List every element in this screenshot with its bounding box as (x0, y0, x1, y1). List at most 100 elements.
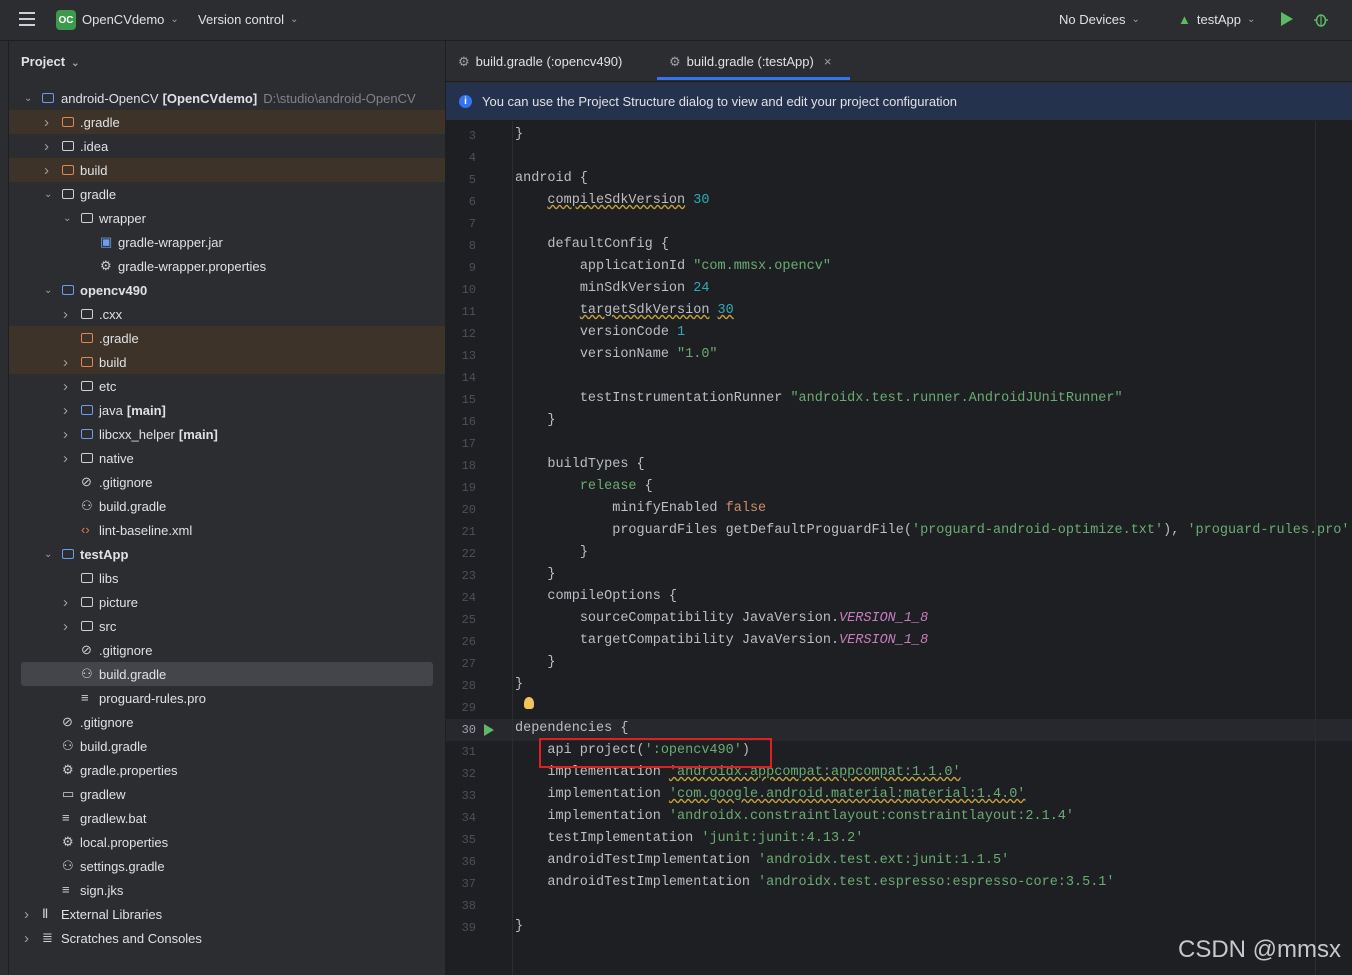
tree-item[interactable]: › Ⅱ External Libraries (9, 902, 445, 926)
text-file-icon: ≡ (62, 882, 70, 897)
tree-item-label: proguard-rules.pro (99, 691, 206, 706)
gutter-run-icon[interactable] (484, 724, 494, 736)
project-panel-title[interactable]: Project ⌄ (21, 54, 79, 69)
tree-item[interactable]: › picture (9, 590, 445, 614)
tree-item[interactable]: ≡ sign.jks (9, 878, 445, 902)
line-number: 11 (461, 305, 476, 319)
tree-item[interactable]: ⚙ gradle-wrapper.properties (9, 254, 445, 278)
folder-icon (81, 619, 95, 633)
tree-item[interactable]: ⚇ settings.gradle (9, 854, 445, 878)
tree-item[interactable]: ⊘ .gitignore (9, 710, 445, 734)
close-icon[interactable]: × (824, 54, 832, 69)
tree-item[interactable]: › .idea (9, 134, 445, 158)
tree-item[interactable]: ▣ gradle-wrapper.jar (9, 230, 445, 254)
tree-item-name: java (99, 402, 123, 418)
chevron-right-icon[interactable]: › (44, 114, 49, 131)
chevron-right-icon[interactable]: › (44, 138, 49, 155)
gradle-icon: ⚇ (62, 738, 74, 753)
chevron-right-icon[interactable]: › (63, 426, 68, 443)
tree-item-name: etc (99, 378, 117, 394)
tree-item-name: build.gradle (99, 666, 167, 682)
tree-item[interactable]: › ≣ Scratches and Consoles (9, 926, 445, 950)
chevron-right-icon[interactable]: › (63, 594, 68, 611)
tree-item[interactable]: ⚙ local.properties (9, 830, 445, 854)
tree-item[interactable]: › native (9, 446, 445, 470)
tree-item[interactable]: .gradle (9, 326, 445, 350)
tree-item[interactable]: ⌄ testApp (9, 542, 445, 566)
tree-item[interactable]: ⚇ build.gradle (9, 494, 445, 518)
tree-item[interactable]: ⚇ build.gradle (9, 734, 445, 758)
tab-build-gradle-testapp[interactable]: ⚙ build.gradle (:testApp) × (669, 54, 831, 70)
tree-item[interactable]: ≡ gradlew.bat (9, 806, 445, 830)
tree-item-name: .idea (80, 138, 109, 154)
tree-item-name: .cxx (99, 306, 123, 322)
chevron-right-icon[interactable]: › (63, 402, 68, 419)
chevron-down-icon[interactable]: ⌄ (44, 285, 52, 296)
tree-item[interactable]: ⌄ android-OpenCV [OpenCVdemo] D:\studio\and… (9, 86, 445, 110)
chevron-right-icon[interactable]: › (63, 378, 68, 395)
tree-item[interactable]: ⌄ opencv490 (9, 278, 445, 302)
tree-item[interactable]: ⚙ gradle.properties (9, 758, 445, 782)
line-number: 14 (461, 371, 476, 385)
tree-item[interactable]: › src (9, 614, 445, 638)
tree-item[interactable]: libs (9, 566, 445, 590)
line-number: 27 (461, 657, 476, 671)
chevron-down-icon[interactable]: ⌄ (24, 93, 32, 104)
line-number: 4 (468, 151, 476, 165)
line-number: 38 (461, 899, 476, 913)
tree-item[interactable]: ⊘ .gitignore (9, 638, 445, 662)
tree-item[interactable]: › .gradle (9, 110, 445, 134)
tree-item[interactable]: ▭ gradlew (9, 782, 445, 806)
tree-item-label: build (99, 355, 126, 370)
tab-label: build.gradle (:opencv490) (475, 54, 623, 69)
chevron-down-icon[interactable]: ⌄ (44, 549, 52, 560)
tree-item[interactable]: ≡ proguard-rules.pro (9, 686, 445, 710)
module-folder-icon (42, 91, 56, 105)
chevron-right-icon[interactable]: › (24, 906, 29, 923)
lightbulb-icon[interactable] (524, 697, 534, 709)
tree-item[interactable]: ⊘ .gitignore (9, 470, 445, 494)
tree-item[interactable]: › build (9, 158, 445, 182)
tree-item[interactable]: › libcxx_helper [main] (9, 422, 445, 446)
tree-item[interactable]: ⌄ gradle (9, 182, 445, 206)
chevron-right-icon[interactable]: › (24, 930, 29, 947)
tree-item[interactable]: ‹› lint-baseline.xml (9, 518, 445, 542)
code-line-20: minifyEnabled false (612, 501, 767, 516)
debug-icon[interactable] (1314, 12, 1328, 27)
run-icon[interactable] (1281, 12, 1293, 26)
tree-item-label: native (99, 451, 134, 466)
tree-item[interactable]: › java [main] (9, 398, 445, 422)
tree-item[interactable]: › build (9, 350, 445, 374)
chevron-right-icon[interactable]: › (63, 306, 68, 323)
chevron-right-icon[interactable]: › (63, 450, 68, 467)
tree-item[interactable]: ⚇ build.gradle (21, 662, 433, 686)
tree-item-label: External Libraries (61, 907, 162, 922)
tree-item-name: gradlew.bat (80, 810, 147, 826)
project-badge[interactable]: OC (56, 10, 76, 30)
folder-icon (62, 139, 76, 153)
tree-item-label: etc (99, 379, 116, 394)
tree-item[interactable]: › .cxx (9, 302, 445, 326)
module-folder-icon (62, 547, 76, 561)
tree-item[interactable]: ⌄ wrapper (9, 206, 445, 230)
chevron-right-icon[interactable]: › (63, 618, 68, 635)
line-number: 16 (461, 415, 476, 429)
tree-item[interactable]: › etc (9, 374, 445, 398)
tree-item-label: gradle-wrapper.jar (118, 235, 223, 250)
main-menu-icon[interactable] (19, 12, 35, 26)
chevron-right-icon[interactable]: › (63, 354, 68, 371)
version-control-label: Version control (198, 12, 284, 27)
tab-build-gradle-opencv490[interactable]: ⚙ build.gradle (:opencv490) (458, 54, 622, 70)
run-config-selector[interactable]: ▲ testApp ⌄ (1178, 12, 1255, 27)
tree-item-name: src (99, 618, 117, 634)
tree-item-name: lint-baseline.xml (99, 522, 193, 538)
gradle-icon: ⚙ (458, 54, 470, 69)
project-selector[interactable]: OpenCVdemo ⌄ (82, 12, 179, 27)
chevron-down-icon[interactable]: ⌄ (44, 189, 52, 200)
chevron-right-icon[interactable]: › (44, 162, 49, 179)
chevron-down-icon[interactable]: ⌄ (63, 213, 71, 224)
device-selector[interactable]: No Devices ⌄ (1059, 12, 1140, 27)
code-line-28: } (515, 677, 524, 692)
code-line-26: targetCompatibility JavaVersion.VERSION_… (579, 633, 929, 648)
version-control-menu[interactable]: Version control ⌄ (198, 12, 298, 27)
